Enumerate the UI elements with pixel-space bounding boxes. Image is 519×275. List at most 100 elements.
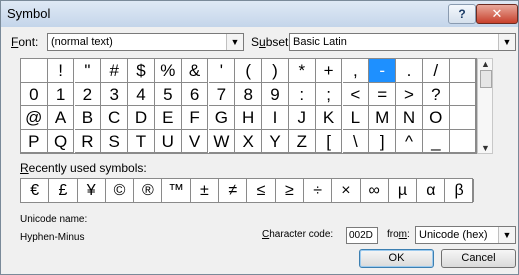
- symbol-cell[interactable]: .: [396, 59, 423, 83]
- help-button[interactable]: ?: [448, 4, 476, 24]
- symbol-cell[interactable]: ': [208, 59, 236, 83]
- symbol-cell[interactable]: 5: [155, 82, 182, 107]
- symbol-cell[interactable]: [449, 59, 477, 83]
- symbol-cell[interactable]: Z: [289, 129, 316, 154]
- character-code-label: Character code:: [262, 229, 334, 240]
- symbol-cell[interactable]: >: [396, 82, 423, 107]
- symbol-cell[interactable]: V: [181, 129, 209, 154]
- symbol-cell[interactable]: (: [235, 59, 262, 83]
- symbol-cell[interactable]: 8: [235, 82, 262, 107]
- symbol-cell[interactable]: U: [155, 129, 182, 154]
- symbol-cell[interactable]: 3: [101, 82, 128, 107]
- symbol-cell[interactable]: ): [262, 59, 289, 83]
- character-code-input[interactable]: 002D: [346, 227, 378, 244]
- symbol-cell[interactable]: Q: [47, 129, 75, 154]
- symbol-cell[interactable]: :: [289, 82, 316, 107]
- recent-symbol-cell[interactable]: ™: [163, 179, 191, 202]
- from-select[interactable]: Unicode (hex) ▼: [415, 226, 516, 244]
- symbol-cell[interactable]: B: [74, 106, 102, 130]
- scroll-down-icon[interactable]: ▼: [481, 143, 490, 153]
- symbol-cell[interactable]: 6: [181, 82, 209, 107]
- scroll-thumb[interactable]: [480, 70, 492, 88]
- symbol-cell[interactable]: _: [423, 129, 450, 154]
- symbol-cell[interactable]: +: [315, 59, 343, 83]
- symbol-cell[interactable]: R: [74, 129, 102, 154]
- symbol-cell[interactable]: ^: [396, 129, 423, 154]
- symbol-cell[interactable]: [21, 59, 48, 83]
- symbol-cell[interactable]: \: [342, 129, 370, 154]
- chevron-down-icon[interactable]: ▼: [226, 34, 243, 50]
- recent-symbol-cell[interactable]: £: [49, 179, 78, 202]
- recent-symbol-cell[interactable]: α: [417, 179, 446, 202]
- cancel-button[interactable]: Cancel: [441, 249, 516, 268]
- symbol-cell[interactable]: *: [289, 59, 316, 83]
- symbol-cell[interactable]: &: [181, 59, 209, 83]
- symbol-cell[interactable]: 9: [262, 82, 289, 107]
- subset-select[interactable]: Basic Latin ▼: [289, 33, 516, 51]
- symbol-cell[interactable]: A: [47, 106, 75, 130]
- recent-symbol-cell[interactable]: ®: [134, 179, 163, 202]
- symbol-cell[interactable]: ]: [369, 129, 396, 154]
- symbol-cell[interactable]: S: [101, 129, 128, 154]
- symbol-cell[interactable]: 1: [47, 82, 75, 107]
- symbol-cell[interactable]: X: [235, 129, 262, 154]
- symbol-cell[interactable]: $: [128, 59, 155, 83]
- symbol-cell[interactable]: M: [369, 106, 396, 130]
- symbol-cell[interactable]: ;: [315, 82, 343, 107]
- recent-symbol-cell[interactable]: ±: [191, 179, 220, 202]
- ok-button[interactable]: OK: [359, 249, 434, 268]
- recent-symbol-cell[interactable]: ©: [106, 179, 135, 202]
- symbol-cell[interactable]: C: [101, 106, 128, 130]
- symbol-cell[interactable]: F: [181, 106, 209, 130]
- symbol-cell[interactable]: 7: [208, 82, 236, 107]
- recent-symbol-cell[interactable]: ≥: [276, 179, 304, 202]
- recent-symbol-cell[interactable]: ×: [332, 179, 361, 202]
- symbol-cell[interactable]: %: [155, 59, 182, 83]
- recent-symbol-cell[interactable]: €: [21, 179, 50, 202]
- chevron-down-icon[interactable]: ▼: [498, 227, 515, 243]
- symbol-cell[interactable]: -: [369, 59, 396, 83]
- symbol-cell[interactable]: /: [423, 59, 450, 83]
- symbol-cell[interactable]: I: [262, 106, 289, 130]
- symbol-cell[interactable]: W: [208, 129, 236, 154]
- symbol-cell[interactable]: [: [315, 129, 343, 154]
- font-select[interactable]: (normal text) ▼: [47, 33, 244, 51]
- symbol-cell[interactable]: P: [21, 129, 48, 154]
- symbol-cell[interactable]: O: [423, 106, 450, 130]
- symbol-cell[interactable]: #: [101, 59, 128, 83]
- symbol-grid-scrollbar[interactable]: ▲ ▼: [477, 58, 493, 154]
- symbol-cell[interactable]: 0: [21, 82, 48, 107]
- symbol-cell[interactable]: ": [74, 59, 102, 83]
- symbol-cell[interactable]: [449, 129, 477, 154]
- symbol-cell[interactable]: E: [155, 106, 182, 130]
- symbol-cell[interactable]: 2: [74, 82, 102, 107]
- symbol-cell[interactable]: L: [342, 106, 370, 130]
- scroll-up-icon[interactable]: ▲: [481, 59, 490, 69]
- symbol-cell[interactable]: [449, 82, 477, 107]
- symbol-cell[interactable]: ?: [423, 82, 450, 107]
- chevron-down-icon[interactable]: ▼: [498, 34, 515, 50]
- symbol-cell[interactable]: <: [342, 82, 370, 107]
- symbol-cell[interactable]: G: [208, 106, 236, 130]
- recent-symbol-cell[interactable]: µ: [389, 179, 418, 202]
- recent-symbol-cell[interactable]: ÷: [304, 179, 333, 202]
- symbol-cell[interactable]: @: [21, 106, 48, 130]
- recent-symbol-cell[interactable]: ∞: [361, 179, 389, 202]
- symbol-cell[interactable]: D: [128, 106, 155, 130]
- symbol-cell[interactable]: !: [47, 59, 75, 83]
- close-button[interactable]: ✕: [476, 4, 518, 24]
- recent-symbol-cell[interactable]: ¥: [78, 179, 106, 202]
- recent-symbol-cell[interactable]: β: [446, 179, 474, 202]
- symbol-cell[interactable]: ,: [342, 59, 370, 83]
- symbol-cell[interactable]: [449, 106, 477, 130]
- symbol-cell[interactable]: H: [235, 106, 262, 130]
- symbol-cell[interactable]: K: [315, 106, 343, 130]
- symbol-cell[interactable]: Y: [262, 129, 289, 154]
- symbol-cell[interactable]: 4: [128, 82, 155, 107]
- recent-symbol-cell[interactable]: ≤: [247, 179, 276, 202]
- symbol-cell[interactable]: N: [396, 106, 423, 130]
- symbol-cell[interactable]: T: [128, 129, 155, 154]
- symbol-cell[interactable]: J: [289, 106, 316, 130]
- recent-symbol-cell[interactable]: ≠: [219, 179, 248, 202]
- symbol-cell[interactable]: =: [369, 82, 396, 107]
